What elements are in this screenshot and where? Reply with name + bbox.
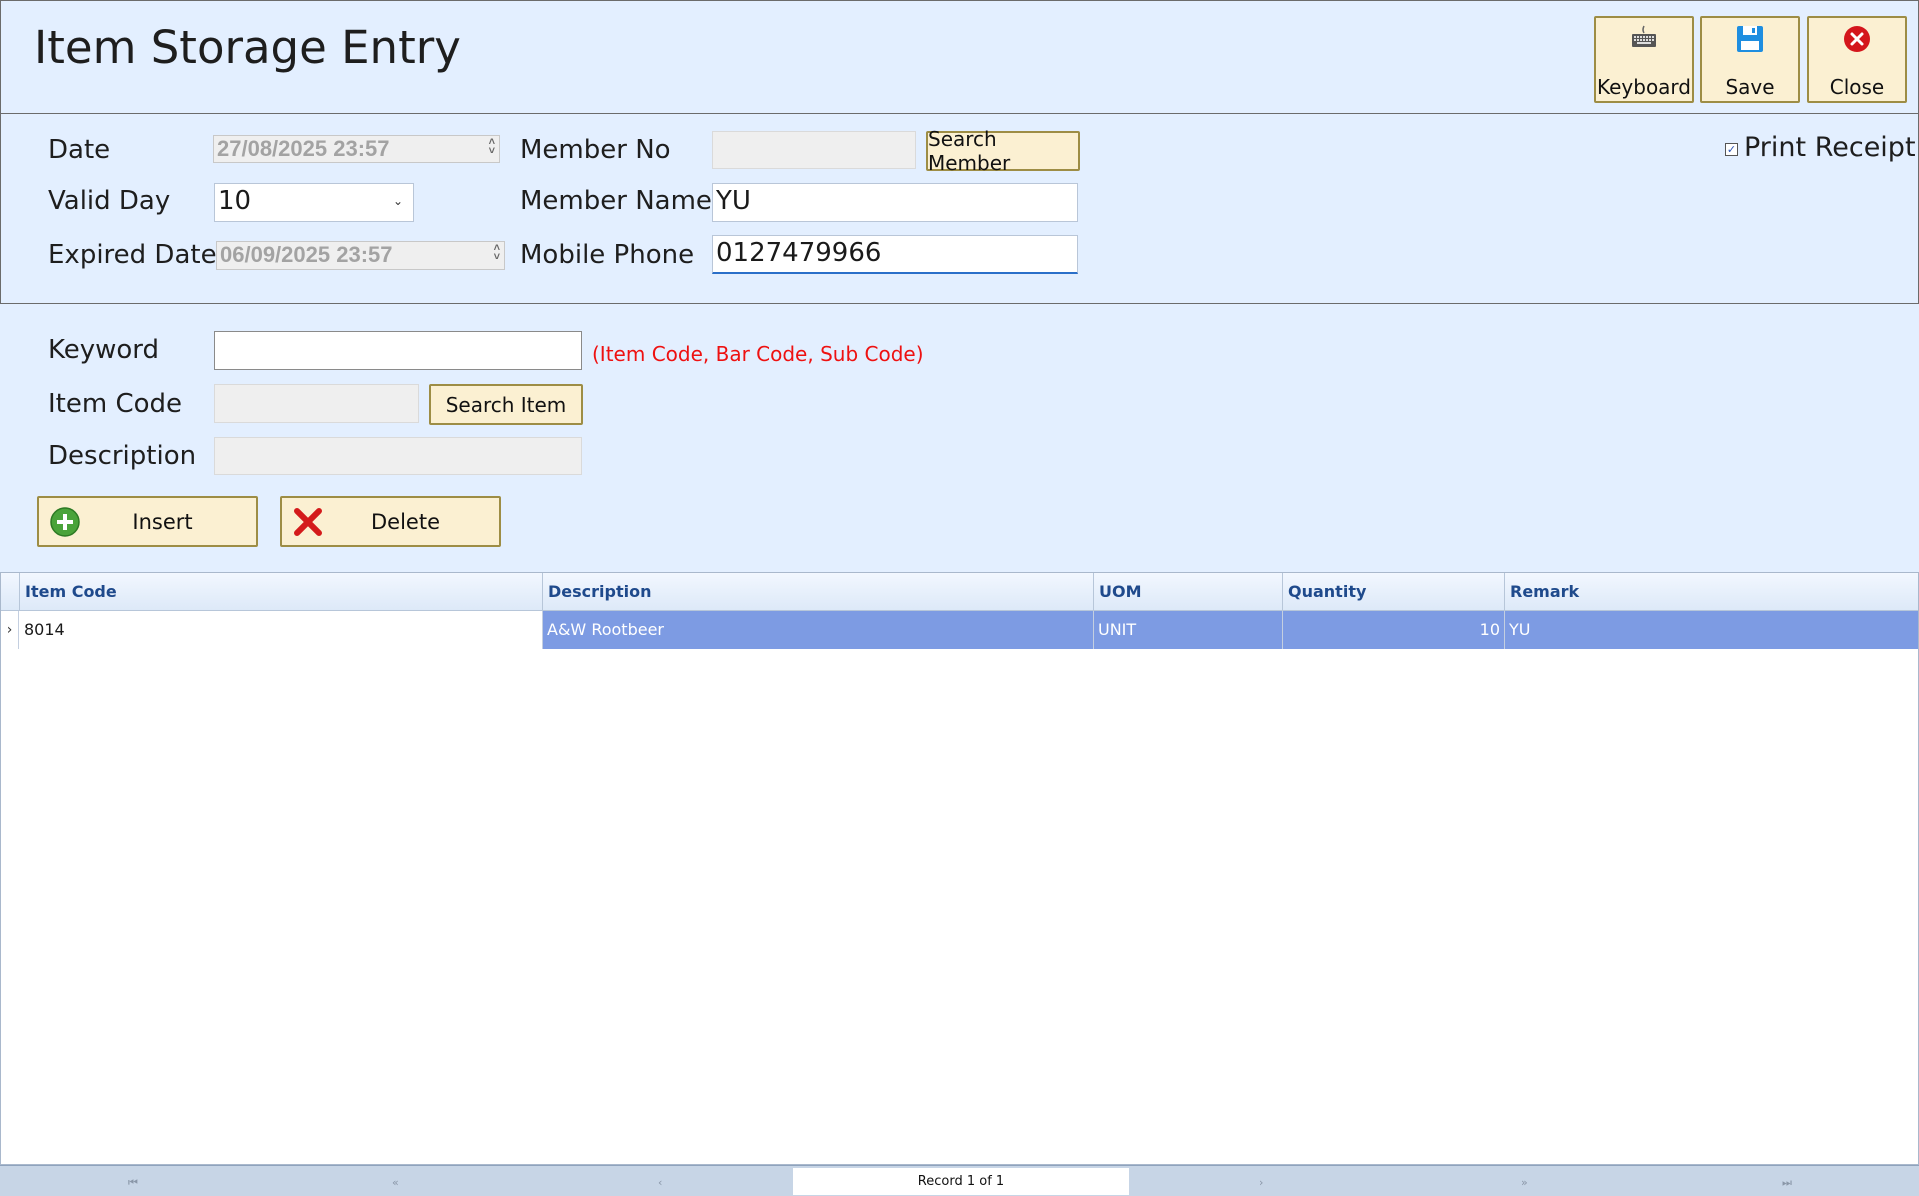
delete-button[interactable]: Delete <box>280 496 501 547</box>
valid-day-label: Valid Day <box>48 186 171 216</box>
date-spinner-icon[interactable]: ˄ ˅ <box>489 137 495 157</box>
prev-page-icon[interactable]: « <box>392 1176 399 1189</box>
close-button-label: Close <box>1829 75 1885 99</box>
keyword-hint: (Item Code, Bar Code, Sub Code) <box>592 342 924 366</box>
insert-button[interactable]: Insert <box>37 496 258 547</box>
delete-button-label: Delete <box>371 510 440 534</box>
keyword-label: Keyword <box>48 335 160 365</box>
item-code-field[interactable] <box>214 384 419 423</box>
next-record-icon[interactable]: › <box>1259 1176 1263 1189</box>
next-page-icon[interactable]: » <box>1521 1176 1528 1189</box>
last-page-icon[interactable]: ⏭ <box>1782 1176 1792 1190</box>
expired-date-value: 06/09/2025 23:57 <box>220 242 393 267</box>
keyboard-icon <box>1630 24 1658 54</box>
save-button-label: Save <box>1725 75 1775 99</box>
close-circle-icon <box>1842 24 1872 58</box>
expired-date-spinner-icon[interactable]: ˄ ˅ <box>494 243 500 263</box>
floppy-disk-icon <box>1735 24 1765 58</box>
items-grid[interactable]: Item Code Description UOM Quantity Remar… <box>0 572 1919 1165</box>
header-bar: Item Storage Entry Keyboard Save Close <box>0 0 1919 114</box>
close-button[interactable]: Close <box>1807 16 1907 103</box>
row-indicator-icon: › <box>1 611 19 649</box>
insert-button-label: Insert <box>132 510 193 534</box>
save-button[interactable]: Save <box>1700 16 1800 103</box>
col-header-uom[interactable]: UOM <box>1094 573 1283 611</box>
member-name-field[interactable]: YU <box>712 183 1078 222</box>
expired-date-field[interactable]: 06/09/2025 23:57 ˄ ˅ <box>216 241 505 270</box>
grid-header: Item Code Description UOM Quantity Remar… <box>1 573 1918 611</box>
page-title: Item Storage Entry <box>34 21 461 74</box>
date-label: Date <box>48 135 111 165</box>
cell-quantity[interactable]: 10 <box>1283 611 1505 649</box>
mobile-phone-label: Mobile Phone <box>520 240 695 270</box>
member-name-label: Member Name <box>520 186 712 216</box>
cell-uom[interactable]: UNIT <box>1094 611 1283 649</box>
cell-item-code[interactable]: 8014 <box>20 611 543 649</box>
table-row[interactable]: › 8014 A&W Rootbeer UNIT 10 YU <box>1 611 1918 649</box>
keyword-input[interactable] <box>214 331 582 370</box>
valid-day-select[interactable]: 10 ⌄ <box>214 183 414 222</box>
prev-record-icon[interactable]: ‹ <box>658 1176 662 1189</box>
record-counter: Record 1 of 1 <box>793 1168 1129 1195</box>
col-header-item-code[interactable]: Item Code <box>20 573 543 611</box>
chevron-down-icon[interactable]: ⌄ <box>393 184 403 218</box>
valid-day-value: 10 <box>218 186 252 216</box>
member-no-label: Member No <box>520 135 671 165</box>
keyboard-button[interactable]: Keyboard <box>1594 16 1694 103</box>
date-value: 27/08/2025 23:57 <box>217 136 390 161</box>
grid-navigator: ⏮ « ‹ Record 1 of 1 › » ⏭ <box>0 1165 1919 1196</box>
mobile-phone-field[interactable]: 0127479966 <box>712 235 1078 274</box>
col-header-description[interactable]: Description <box>543 573 1094 611</box>
date-field[interactable]: 27/08/2025 23:57 ˄ ˅ <box>213 135 500 163</box>
description-label: Description <box>48 441 197 471</box>
first-page-icon[interactable]: ⏮ <box>128 1176 138 1190</box>
search-item-button[interactable]: Search Item <box>429 384 583 425</box>
col-header-quantity[interactable]: Quantity <box>1283 573 1505 611</box>
description-field[interactable] <box>214 437 582 475</box>
member-no-field[interactable] <box>712 131 916 169</box>
item-code-label: Item Code <box>48 389 183 419</box>
print-receipt-checkbox[interactable]: ✓ <box>1725 143 1738 156</box>
cell-remark[interactable]: YU <box>1505 611 1918 649</box>
grid-header-indicator <box>1 573 20 611</box>
keyboard-button-label: Keyboard <box>1596 75 1691 99</box>
print-receipt-label: Print Receipt <box>1744 132 1916 163</box>
search-member-button[interactable]: Search Member <box>926 127 1080 175</box>
expired-date-label: Expired Date <box>48 240 217 270</box>
cell-description[interactable]: A&W Rootbeer <box>543 611 1094 649</box>
col-header-remark[interactable]: Remark <box>1505 573 1918 611</box>
